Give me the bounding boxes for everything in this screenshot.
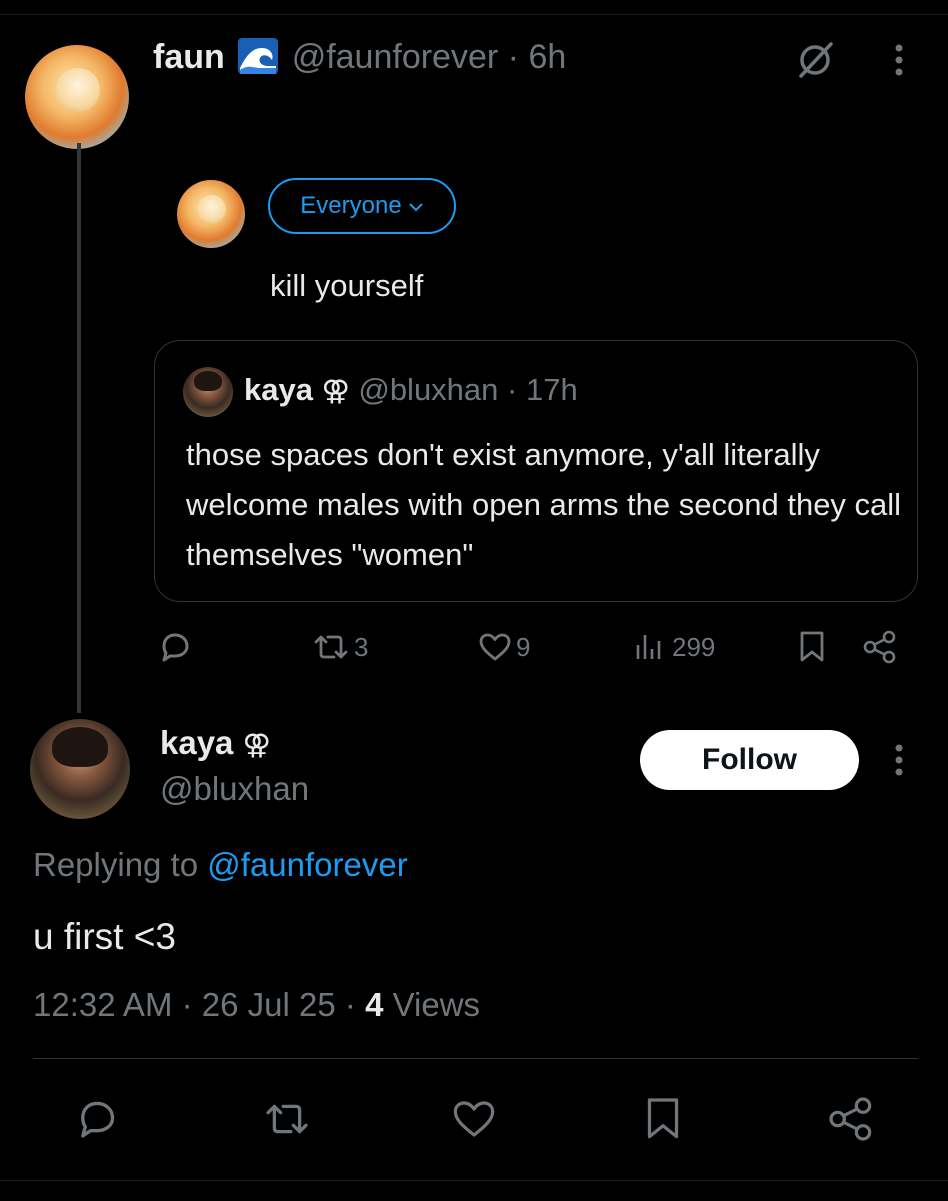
wave-icon: [238, 38, 279, 74]
views-count: 299: [672, 631, 716, 662]
reply-author-symbol: ⚢: [242, 729, 271, 760]
reply-time[interactable]: 12:32 AM: [33, 986, 172, 1023]
bottom-bookmark-button[interactable]: [638, 1094, 688, 1144]
reply-meta: 12:32 AM · 26 Jul 25 · 4 Views: [33, 986, 480, 1024]
bottom-retweet-button[interactable]: [262, 1094, 312, 1144]
bookmark-icon: [647, 1098, 679, 1139]
heart-icon: [479, 633, 511, 661]
original-tweet-header: faun @faunforever · 6h: [153, 38, 566, 77]
reply-author-name-row[interactable]: kaya ⚢: [160, 724, 271, 762]
retweet-icon: [266, 1104, 308, 1134]
separator: ·: [507, 38, 519, 76]
share-icon: [863, 630, 896, 664]
more-icon[interactable]: [884, 38, 914, 82]
reply-date[interactable]: 26 Jul 25: [202, 986, 336, 1023]
reply-text: u first <3: [33, 916, 176, 957]
quoted-tweet-header: kaya ⚢ @bluxhan · 17h: [244, 372, 578, 408]
divider: [33, 1058, 918, 1059]
heart-icon: [453, 1101, 495, 1137]
compose-avatar: [177, 180, 245, 248]
quoted-tweet-time: 17h: [525, 372, 578, 407]
bottom-frame: [0, 1180, 948, 1201]
reply-views-label: Views: [392, 986, 481, 1023]
retweet-count: 3: [354, 631, 369, 662]
replying-to-handle[interactable]: @faunforever: [207, 846, 407, 883]
separator: ·: [507, 372, 518, 407]
share-action[interactable]: [862, 624, 898, 670]
quoted-author-symbol: ⚢: [321, 375, 350, 406]
author-name[interactable]: faun: [153, 38, 225, 76]
replying-to: Replying to @faunforever: [33, 846, 408, 884]
compose-text[interactable]: kill yourself: [270, 268, 423, 304]
replying-prefix: Replying to: [33, 846, 199, 883]
reply-action[interactable]: [158, 624, 192, 670]
quoted-author-handle: @bluxhan: [358, 372, 499, 407]
author-handle[interactable]: @faunforever: [292, 38, 499, 76]
reply-icon: [81, 1101, 115, 1138]
share-icon: [829, 1097, 872, 1141]
reply-icon: [162, 633, 189, 662]
quoted-author-name: kaya: [244, 372, 313, 407]
bottom-like-button[interactable]: [449, 1094, 499, 1144]
quoted-tweet-body: those spaces don't exist anymore, y'all …: [186, 437, 902, 572]
thread-line: [77, 143, 81, 713]
bottom-share-button[interactable]: [826, 1094, 876, 1144]
separator: ·: [344, 986, 356, 1023]
reply-author-name: kaya: [160, 724, 234, 761]
reply-more-icon[interactable]: [884, 738, 914, 782]
chevron-down-icon: [408, 192, 424, 220]
top-frame: [0, 0, 948, 15]
retweet-icon: [314, 635, 348, 659]
retweet-action[interactable]: 3: [312, 624, 368, 670]
reply-author-handle[interactable]: @bluxhan: [160, 770, 309, 808]
audience-label: Everyone: [300, 192, 402, 219]
bottom-reply-button[interactable]: [72, 1094, 122, 1144]
reply-author-avatar[interactable]: [30, 719, 130, 819]
like-action[interactable]: 9: [478, 624, 530, 670]
bookmark-icon: [800, 631, 824, 662]
quoted-author-avatar: [183, 367, 233, 417]
views-icon: [636, 635, 661, 659]
separator: ·: [181, 986, 193, 1023]
faun-avatar[interactable]: [25, 45, 129, 149]
bookmark-action[interactable]: [798, 624, 826, 670]
audience-selector[interactable]: Everyone: [268, 178, 456, 234]
views-action[interactable]: 299: [634, 624, 715, 670]
like-count: 9: [516, 631, 531, 662]
reply-views-count: 4: [365, 986, 384, 1023]
grok-icon[interactable]: [790, 38, 840, 82]
tweet-time[interactable]: 6h: [528, 38, 566, 76]
follow-button[interactable]: Follow: [640, 730, 859, 790]
